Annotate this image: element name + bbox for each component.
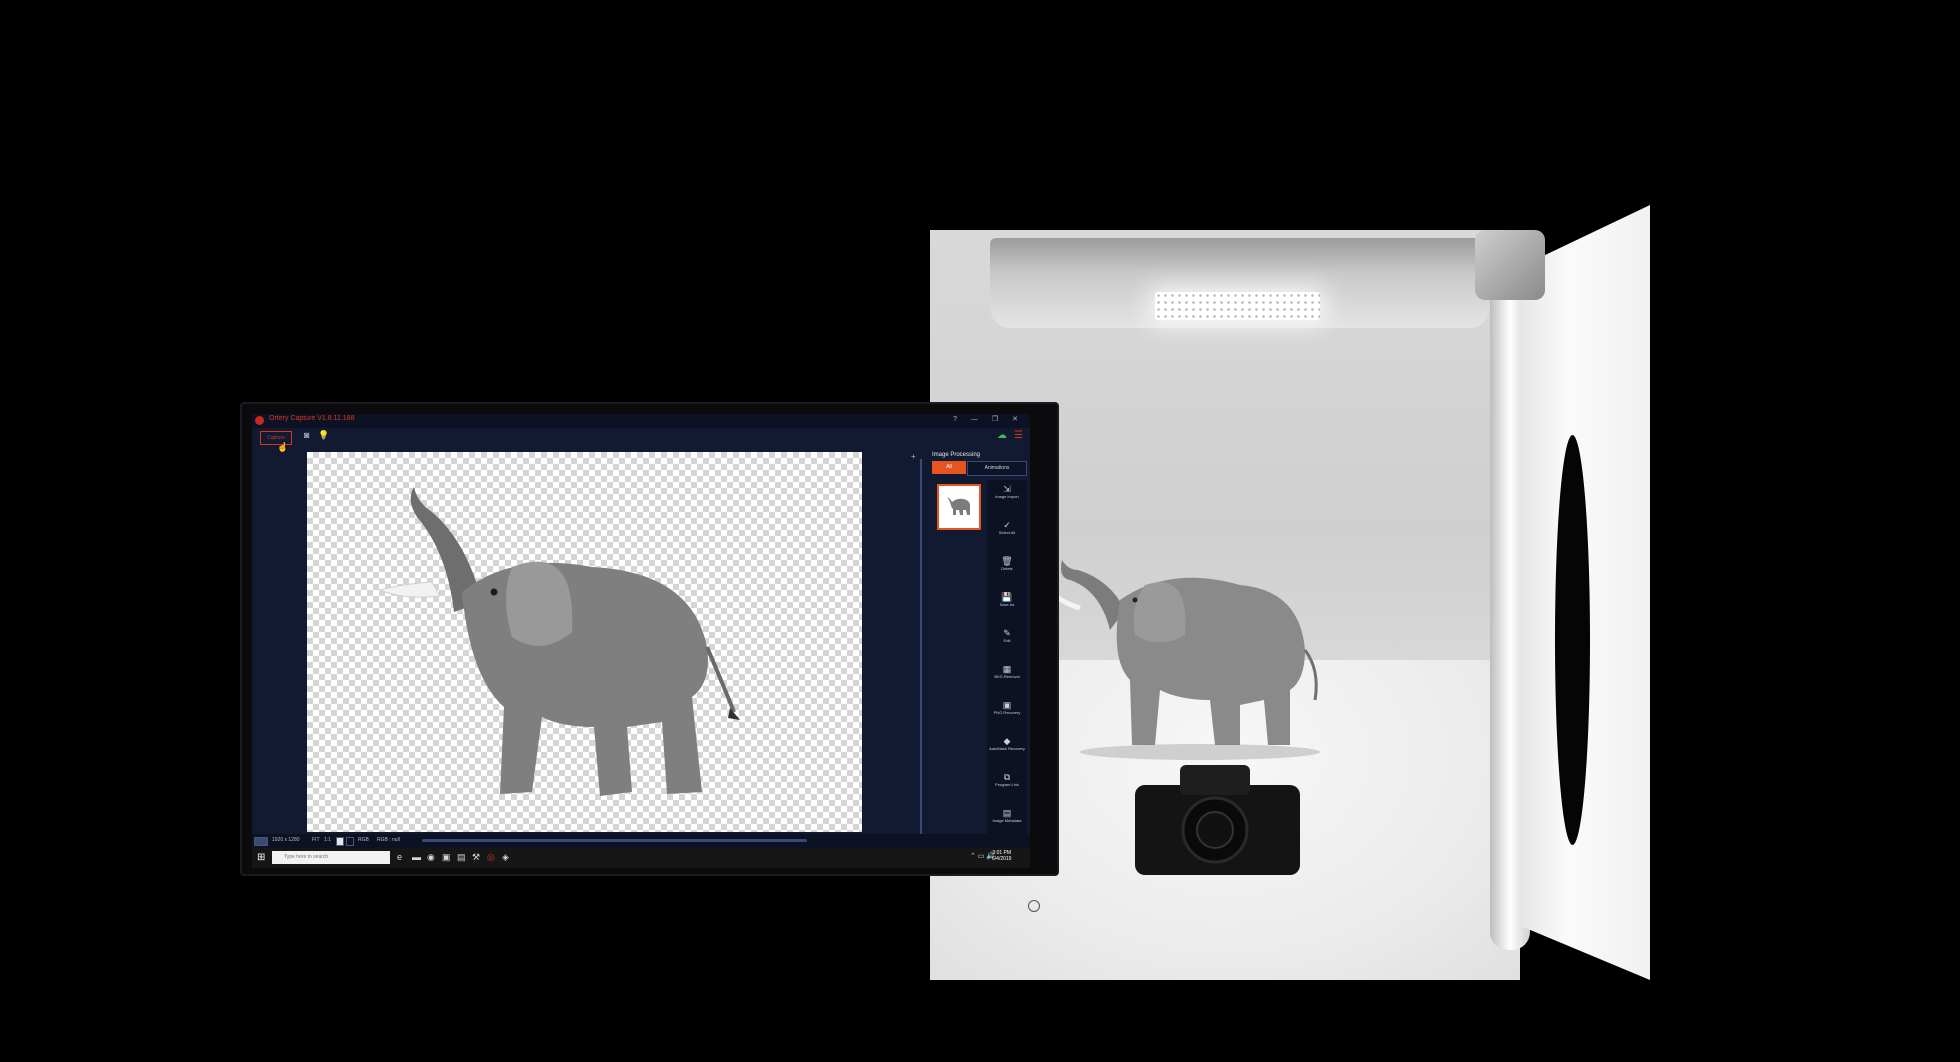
sidebar-item-trash[interactable]: 🗑 Delete <box>987 556 1027 571</box>
sidebar-item-label: PNG Recovery <box>993 710 1021 715</box>
chrome-icon[interactable]: ◉ <box>427 852 435 863</box>
sidebar-item-label: BKG Removal <box>994 674 1020 679</box>
sidebar-item-save[interactable]: 💾 Save As <box>987 592 1027 607</box>
light-box-camera-port <box>1555 435 1590 845</box>
hamburger-menu-icon[interactable]: ☰ <box>1014 430 1023 441</box>
windows-taskbar: ⊞ Type here to search e ▬ ◉ ▣ ▤ ⚒ ◎ ◈ ⌃ … <box>252 848 1030 868</box>
tab-all[interactable]: All <box>932 461 966 474</box>
sidebar-item-png-recovery[interactable]: ▣ PNG Recovery <box>987 700 1027 715</box>
panel-title: Image Processing <box>932 452 981 458</box>
app-title: Ortery Capture V1.8.11.188 <box>269 415 355 422</box>
monitor-screen: Ortery Capture V1.8.11.188 ? — ❐ ✕ Captu… <box>252 414 1030 868</box>
studio-elephant-figurine <box>1050 560 1320 760</box>
ortery-capture-taskbar-icon[interactable]: ◎ <box>487 852 495 863</box>
select-all-icon: ✓ <box>1003 520 1011 530</box>
clock-date: 6/4/2019 <box>992 856 1012 862</box>
thumbnail-elephant-image <box>947 497 970 515</box>
taskbar-clock[interactable]: 3:01 PM 6/4/2019 <box>992 850 1011 862</box>
camera-icon[interactable]: ◙ <box>304 430 309 440</box>
app-titlebar: Ortery Capture V1.8.11.188 ? — ❐ ✕ <box>252 414 1030 428</box>
sidebar-item-label: Program Link <box>995 782 1019 787</box>
window-controls[interactable]: ? — ❐ ✕ <box>953 415 1024 423</box>
cloud-icon[interactable]: ☁ <box>997 430 1007 441</box>
lightbulb-icon[interactable]: 💡 <box>318 430 329 441</box>
sidebar-item-label: Save As <box>999 602 1015 607</box>
app-logo-icon <box>255 416 264 425</box>
image-dimensions: 1920 x 1280 <box>272 837 300 843</box>
rgb-value: RGB : null <box>377 837 400 843</box>
mouse-pointer-icon: ☝ <box>277 442 289 452</box>
file-explorer-icon[interactable]: ▬ <box>412 852 421 862</box>
grid-toggle[interactable] <box>346 837 354 846</box>
image-thumbnail[interactable] <box>937 484 981 530</box>
photos-icon[interactable]: ▣ <box>442 852 451 863</box>
dslr-camera <box>1135 765 1300 875</box>
sidebar-item-select-all[interactable]: ✓ Select All <box>987 520 1027 535</box>
horizontal-scrollbar[interactable] <box>422 839 807 842</box>
sidebar-item-automask[interactable]: ◆ AutoMask Recovery <box>987 736 1027 751</box>
sidebar-item-label: AutoMask Recovery <box>989 746 1025 751</box>
metadata-icon: ▤ <box>1002 808 1012 818</box>
automask-icon: ◆ <box>1003 736 1011 746</box>
white-swatch[interactable] <box>336 837 344 846</box>
image-canvas[interactable] <box>307 452 862 832</box>
sidebar-item-label: Delete <box>1001 566 1013 571</box>
game-icon[interactable]: ◈ <box>502 852 509 863</box>
panel-scrollbar[interactable] <box>920 459 922 849</box>
sidebar-item-label: Select All <box>998 530 1016 535</box>
windows-start-icon[interactable]: ⊞ <box>257 852 265 863</box>
sidebar-item-label: Image Metadata <box>992 818 1022 823</box>
import-icon: ⇲ <box>1003 484 1011 494</box>
tab-animations[interactable]: Animations <box>967 461 1027 476</box>
add-icon[interactable]: + <box>911 452 916 461</box>
fit-button[interactable]: FIT <box>312 837 320 843</box>
edge-browser-icon[interactable]: e <box>397 852 402 862</box>
edit-icon: ✎ <box>1003 628 1011 638</box>
sidebar-item-metadata[interactable]: ▤ Image Metadata <box>987 808 1027 823</box>
sidebar-item-bkg-removal[interactable]: ▦ BKG Removal <box>987 664 1027 679</box>
color-mode-indicator: RGB <box>358 837 369 843</box>
save-icon: 💾 <box>1001 592 1013 602</box>
monitor-power-indicator <box>1028 900 1040 912</box>
tool-sidebar: ⇲ Image Import ✓ Select All 🗑 Delete 💾 Save As ✎… <box>987 480 1027 852</box>
sidebar-item-label: Edit <box>1003 638 1011 643</box>
sidebar-item-import[interactable]: ⇲ Image Import <box>987 484 1027 499</box>
app-window-icon[interactable]: ▤ <box>457 852 466 863</box>
ratio-button[interactable]: 1:1 <box>324 837 331 843</box>
status-bar: 1920 x 1280 FIT 1:1 RGB RGB : null <box>252 834 1030 848</box>
sidebar-item-label: Image Import <box>995 494 1019 499</box>
led-lamp-glow <box>1155 292 1320 320</box>
png-recovery-icon: ▣ <box>1002 700 1012 710</box>
tools-icon[interactable]: ⚒ <box>472 852 480 863</box>
taskbar-search-input[interactable]: Type here to search <box>272 851 390 864</box>
app-toolbar: Capture ☝ ◙ 💡 ☁ ☰ <box>252 428 1030 452</box>
bkg-removal-icon: ▦ <box>1002 664 1012 674</box>
link-icon: ⧉ <box>1003 772 1011 782</box>
sidebar-item-link[interactable]: ⧉ Program Link <box>987 772 1027 787</box>
elephant-cutout-image <box>378 487 740 796</box>
trash-icon: 🗑 <box>1001 556 1013 566</box>
sidebar-item-edit[interactable]: ✎ Edit <box>987 628 1027 643</box>
lamp-clip <box>1475 230 1545 300</box>
zoom-toggle[interactable] <box>254 837 268 846</box>
